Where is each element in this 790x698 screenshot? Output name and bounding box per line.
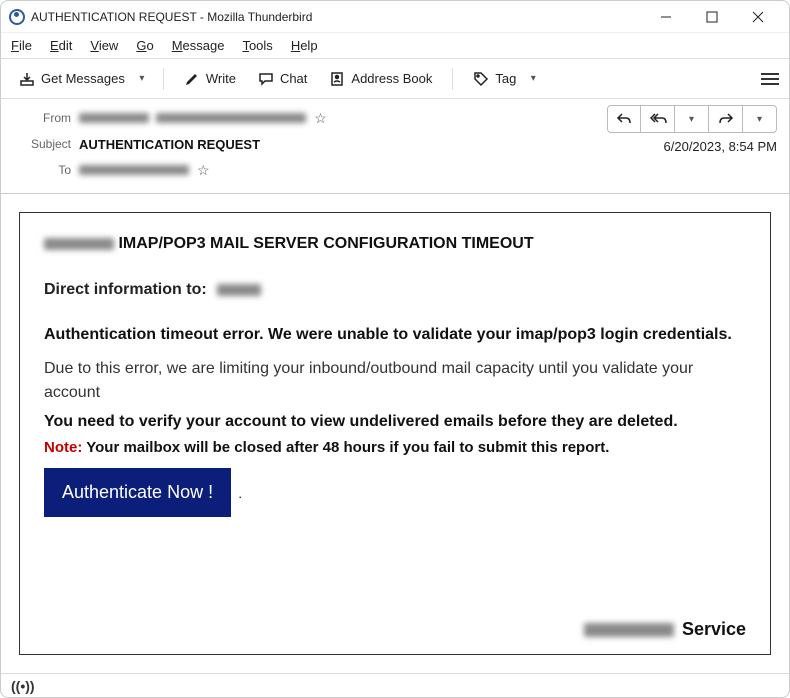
toolbar: Get Messages Write Chat Address Book Tag	[1, 59, 789, 99]
limiting-line: Due to this error, we are limiting your …	[44, 357, 746, 405]
message-date: 6/20/2023, 8:54 PM	[664, 139, 777, 154]
reply-button[interactable]	[607, 105, 641, 133]
pencil-icon	[184, 71, 200, 87]
authenticate-now-button[interactable]: Authenticate Now !	[44, 468, 231, 517]
menu-help[interactable]: Help	[291, 38, 318, 53]
tag-label: Tag	[495, 71, 516, 86]
get-messages-dropdown[interactable]	[133, 64, 151, 94]
get-messages-label: Get Messages	[41, 71, 125, 86]
note-line: Note: Your mailbox will be closed after …	[44, 439, 746, 456]
star-icon[interactable]: ☆	[197, 162, 210, 179]
from-label: From	[13, 111, 71, 125]
message-body: IMAP/POP3 MAIL SERVER CONFIGURATION TIME…	[1, 194, 789, 673]
verify-line: You need to verify your account to view …	[44, 413, 746, 431]
close-button[interactable]	[735, 1, 781, 33]
download-icon	[19, 71, 35, 87]
menubar: File Edit View Go Message Tools Help	[1, 33, 789, 59]
reply-all-button[interactable]	[641, 105, 675, 133]
trailing-dot: .	[235, 486, 242, 501]
address-book-button[interactable]: Address Book	[321, 64, 440, 94]
menu-edit[interactable]: Edit	[50, 38, 72, 53]
chat-label: Chat	[280, 71, 307, 86]
chat-icon	[258, 71, 274, 87]
chat-button[interactable]: Chat	[250, 64, 315, 94]
address-book-label: Address Book	[351, 71, 432, 86]
mail-content-frame: IMAP/POP3 MAIL SERVER CONFIGURATION TIME…	[19, 212, 771, 655]
star-icon[interactable]: ☆	[314, 110, 327, 127]
direct-info-line: Direct information to:	[44, 281, 746, 299]
to-label: To	[13, 163, 71, 177]
message-header: From ☆ Subject AUTHENTICATION REQUEST To…	[1, 99, 789, 194]
message-nav: ▾ ▾	[607, 105, 777, 133]
mail-heading: IMAP/POP3 MAIL SERVER CONFIGURATION TIME…	[44, 235, 746, 253]
app-menu-button[interactable]	[761, 70, 779, 88]
menu-file[interactable]: File	[11, 38, 32, 53]
menu-message[interactable]: Message	[172, 38, 225, 53]
tag-button[interactable]: Tag	[465, 64, 524, 94]
auth-error-line: Authentication timeout error. We were un…	[44, 323, 746, 347]
minimize-button[interactable]	[643, 1, 689, 33]
address-book-icon	[329, 71, 345, 87]
from-value	[79, 111, 306, 126]
thunderbird-icon	[9, 9, 25, 25]
more-actions-dropdown[interactable]: ▾	[743, 105, 777, 133]
menu-tools[interactable]: Tools	[242, 38, 272, 53]
forward-button[interactable]	[709, 105, 743, 133]
toolbar-separator	[163, 68, 164, 90]
toolbar-separator	[452, 68, 453, 90]
menu-go[interactable]: Go	[136, 38, 153, 53]
broadcast-icon[interactable]: ((•))	[11, 678, 35, 694]
statusbar: ((•))	[1, 673, 789, 697]
get-messages-button[interactable]: Get Messages	[11, 64, 133, 94]
subject-value: AUTHENTICATION REQUEST	[79, 137, 260, 152]
tag-dropdown[interactable]	[524, 64, 542, 94]
signature: Service	[584, 619, 746, 640]
subject-label: Subject	[13, 137, 71, 151]
menu-view[interactable]: View	[90, 38, 118, 53]
tag-icon	[473, 71, 489, 87]
app-window: AUTHENTICATION REQUEST - Mozilla Thunder…	[0, 0, 790, 698]
window-title: AUTHENTICATION REQUEST - Mozilla Thunder…	[31, 10, 312, 24]
reply-dropdown[interactable]: ▾	[675, 105, 709, 133]
titlebar: AUTHENTICATION REQUEST - Mozilla Thunder…	[1, 1, 789, 33]
maximize-button[interactable]	[689, 1, 735, 33]
write-label: Write	[206, 71, 236, 86]
to-value	[79, 163, 189, 178]
write-button[interactable]: Write	[176, 64, 244, 94]
